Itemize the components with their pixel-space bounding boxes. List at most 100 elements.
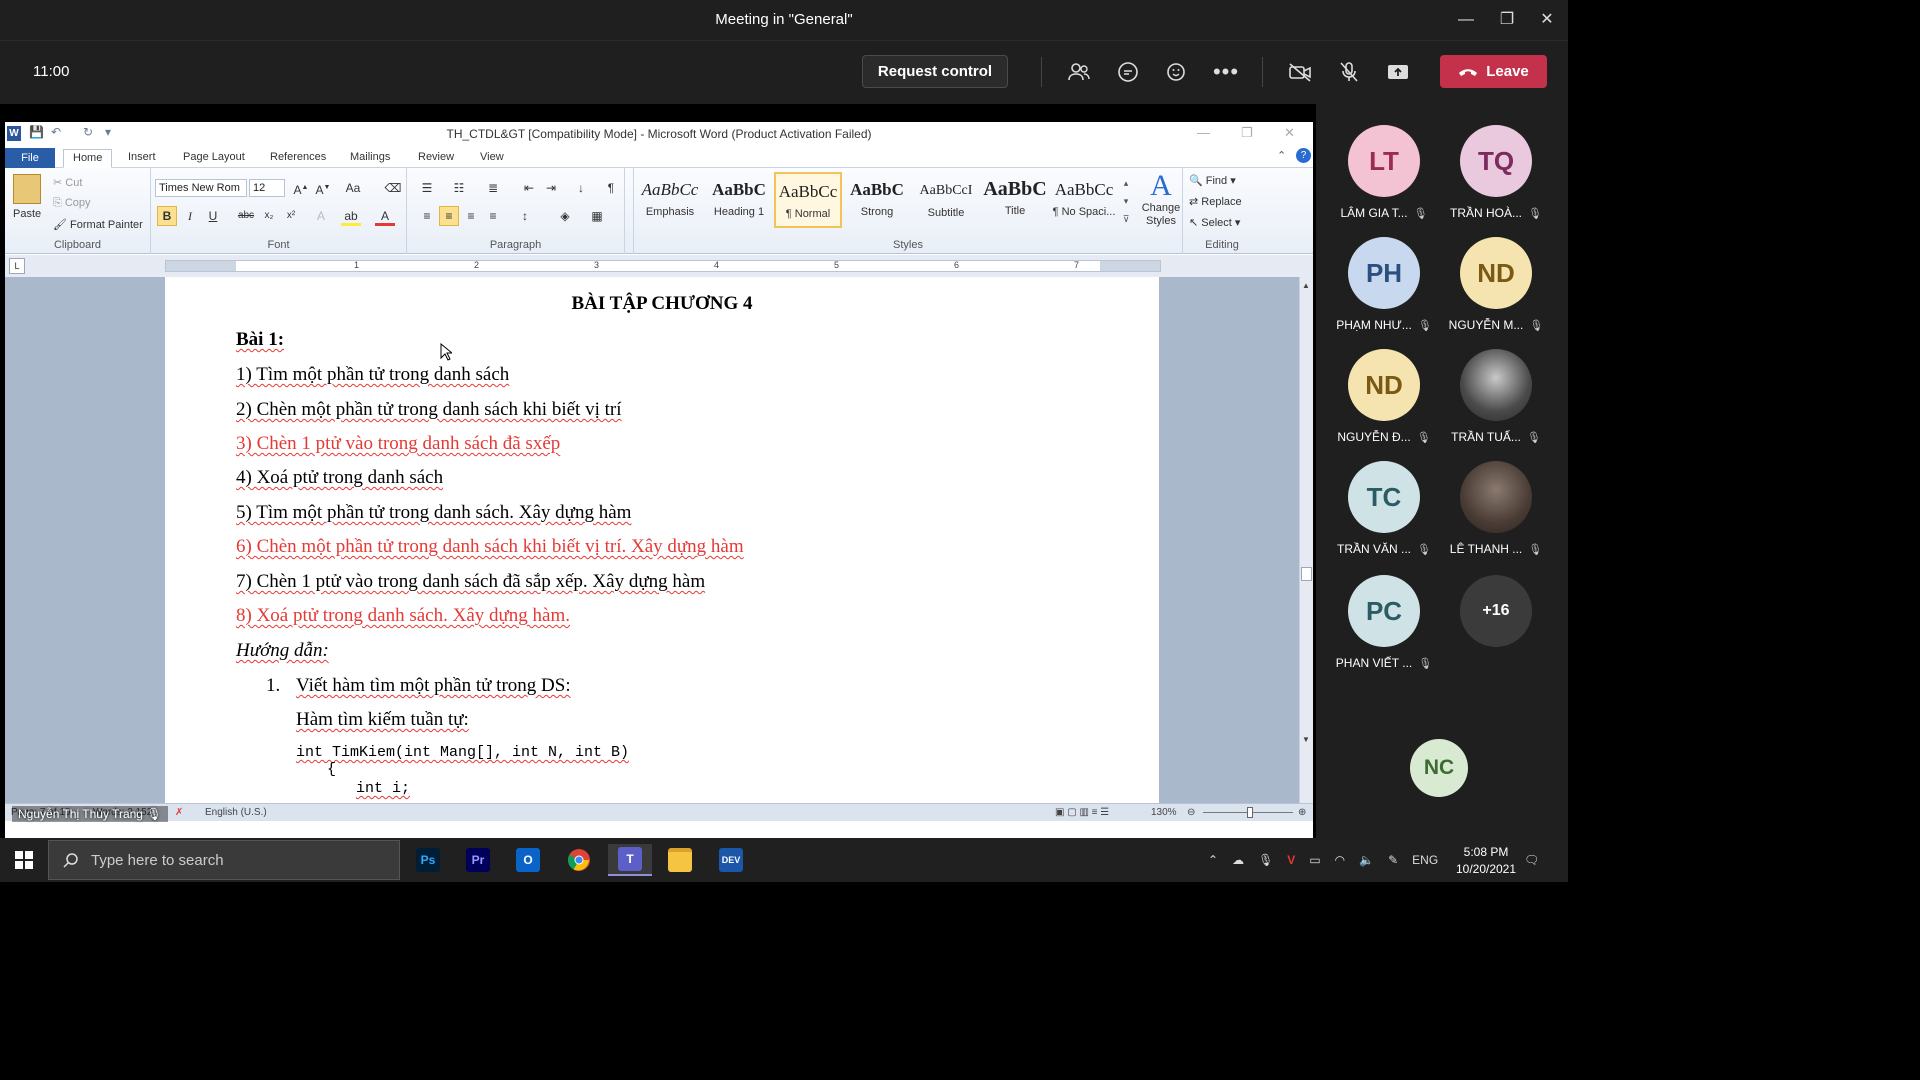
- wifi-icon[interactable]: ◠: [1335, 853, 1345, 867]
- shrink-font-icon[interactable]: A▼: [313, 178, 333, 198]
- cut-button[interactable]: ✂ Cut: [53, 176, 82, 189]
- vietnamese-ime-icon[interactable]: V: [1287, 853, 1295, 867]
- copy-button[interactable]: ⎘ Copy: [53, 197, 91, 210]
- multilevel-list-icon[interactable]: ≣: [483, 178, 503, 198]
- notifications-icon[interactable]: 🗨: [1524, 838, 1539, 882]
- minimize-ribbon-icon[interactable]: ⌃: [1277, 149, 1286, 162]
- maximize-icon[interactable]: ❐: [1487, 6, 1527, 34]
- tab-file[interactable]: File: [5, 148, 55, 168]
- replace-button[interactable]: ⇄ Replace: [1189, 195, 1242, 208]
- styles-scroll[interactable]: ▴ ▾ ⊽: [1120, 174, 1132, 228]
- word-restore-icon[interactable]: ❐: [1241, 125, 1253, 141]
- battery-icon[interactable]: ▭: [1309, 853, 1320, 867]
- increase-indent-icon[interactable]: ⇥: [541, 178, 561, 198]
- style-title[interactable]: AaBbC Title: [981, 172, 1049, 228]
- participant-tile[interactable]: TRẦN TUẤ... 🎙: [1440, 349, 1552, 444]
- tab-mailings[interactable]: Mailings: [341, 149, 399, 168]
- font-name-dropdown[interactable]: Times New Rom: [155, 179, 247, 197]
- participant-tile[interactable]: LT LÂM GIA T... 🎙: [1328, 125, 1440, 220]
- devcpp-icon[interactable]: DEV: [709, 844, 753, 876]
- tab-view[interactable]: View: [471, 149, 513, 168]
- style-emphasis[interactable]: AaBbCc Emphasis: [636, 172, 704, 228]
- paste-button[interactable]: Paste: [13, 208, 41, 220]
- self-avatar[interactable]: NC: [1410, 739, 1468, 797]
- superscript-button[interactable]: x²: [281, 206, 301, 226]
- participant-tile[interactable]: PC PHAN VIẾT ... 🎙: [1328, 575, 1440, 670]
- format-painter-button[interactable]: 🖌 Format Painter: [53, 218, 143, 231]
- shading-icon[interactable]: ◈: [555, 206, 575, 226]
- decrease-indent-icon[interactable]: ⇤: [519, 178, 539, 198]
- sort-icon[interactable]: ↓: [571, 178, 591, 198]
- participant-tile[interactable]: ND NGUYỄN M... 🎙: [1440, 237, 1552, 332]
- select-button[interactable]: ↖ Select ▾: [1189, 216, 1240, 229]
- vertical-scrollbar[interactable]: ▲ ▼: [1299, 277, 1313, 803]
- teams-icon[interactable]: T: [608, 844, 652, 876]
- photoshop-icon[interactable]: Ps: [406, 844, 450, 876]
- line-spacing-icon[interactable]: ↕: [515, 206, 535, 226]
- zoom-slider-thumb[interactable]: [1247, 807, 1253, 818]
- underline-button[interactable]: U: [203, 206, 223, 226]
- strikethrough-button[interactable]: abc: [236, 206, 256, 226]
- share-screen-icon[interactable]: [1380, 55, 1416, 89]
- style-no-spacing[interactable]: AaBbCc ¶ No Spaci...: [1050, 172, 1118, 228]
- participant-tile[interactable]: PH PHẠM NHƯ... 🎙: [1328, 237, 1440, 332]
- align-center-icon[interactable]: ≡: [439, 206, 459, 226]
- scroll-up-icon[interactable]: ▲: [1302, 281, 1310, 290]
- zoom-level[interactable]: 130%: [1151, 807, 1177, 818]
- highlight-icon[interactable]: ab: [341, 206, 361, 226]
- participant-tile[interactable]: LÊ THANH ... 🎙: [1440, 461, 1552, 556]
- align-left-icon[interactable]: ≡: [417, 206, 437, 226]
- justify-icon[interactable]: ≡: [483, 206, 503, 226]
- file-explorer-icon[interactable]: [658, 844, 702, 876]
- document-page[interactable]: BÀI TẬP CHƯƠNG 4 Bài 1: 1) Tìm một phần …: [165, 277, 1159, 803]
- tab-home[interactable]: Home: [63, 149, 113, 168]
- change-case-icon[interactable]: Aa: [343, 178, 363, 198]
- more-participants-tile[interactable]: +16: [1440, 575, 1552, 647]
- italic-button[interactable]: I: [180, 206, 200, 226]
- language[interactable]: English (U.S.): [205, 807, 267, 818]
- chat-icon[interactable]: [1110, 55, 1146, 89]
- mic-off-icon[interactable]: [1331, 55, 1367, 89]
- grow-font-icon[interactable]: A▲: [291, 178, 311, 198]
- participant-tile[interactable]: ND NGUYỄN Đ... 🎙: [1328, 349, 1440, 444]
- style-heading-1[interactable]: AaBbC Heading 1: [705, 172, 773, 228]
- font-color-icon[interactable]: A: [375, 206, 395, 226]
- tab-selector[interactable]: L: [9, 258, 25, 274]
- minimize-icon[interactable]: —: [1446, 6, 1486, 34]
- paste-icon[interactable]: [13, 174, 41, 204]
- zoom-out-icon[interactable]: ⊖: [1187, 807, 1195, 818]
- pen-icon[interactable]: ✎: [1388, 853, 1398, 867]
- bold-button[interactable]: B: [157, 206, 177, 226]
- start-button[interactable]: [0, 838, 48, 882]
- numbering-icon[interactable]: ☷: [449, 178, 469, 198]
- proofing-icon[interactable]: ✗: [175, 807, 183, 818]
- microphone-icon[interactable]: 🎙: [1258, 853, 1273, 867]
- taskbar-search[interactable]: Type here to search: [48, 840, 400, 880]
- view-buttons[interactable]: ▣ ▢ ▥ ≡ ☰: [1055, 807, 1109, 818]
- subscript-button[interactable]: x₂: [259, 206, 279, 226]
- close-icon[interactable]: ✕: [1527, 6, 1567, 34]
- ruler-area[interactable]: 1 2 3 4 5 6 7: [165, 260, 1161, 272]
- help-icon[interactable]: ?: [1296, 148, 1311, 163]
- style-subtitle[interactable]: AaBbCcI Subtitle: [912, 172, 980, 228]
- align-right-icon[interactable]: ≡: [461, 206, 481, 226]
- tab-page-layout[interactable]: Page Layout: [174, 149, 254, 168]
- leave-button[interactable]: Leave: [1440, 55, 1547, 88]
- clear-formatting-icon[interactable]: ⌫: [383, 178, 403, 198]
- volume-icon[interactable]: 🔈: [1359, 853, 1374, 867]
- chrome-icon[interactable]: [557, 844, 601, 876]
- onedrive-icon[interactable]: ☁: [1232, 853, 1244, 867]
- taskbar-clock[interactable]: 5:08 PM 10/20/2021: [1446, 844, 1526, 878]
- style-strong[interactable]: AaBbC Strong: [843, 172, 911, 228]
- premiere-icon[interactable]: Pr: [456, 844, 500, 876]
- scroll-thumb[interactable]: [1301, 567, 1312, 581]
- request-control-button[interactable]: Request control: [862, 55, 1008, 88]
- outlook-icon[interactable]: O: [506, 844, 550, 876]
- style-normal[interactable]: AaBbCc ¶ Normal: [774, 172, 842, 228]
- word-close-icon[interactable]: ✕: [1284, 125, 1295, 141]
- tab-references[interactable]: References: [261, 149, 335, 168]
- font-size-dropdown[interactable]: 12: [249, 179, 285, 197]
- participants-icon[interactable]: [1061, 55, 1097, 89]
- participant-tile[interactable]: TC TRẦN VĂN ... 🎙: [1328, 461, 1440, 556]
- zoom-in-icon[interactable]: ⊕: [1298, 807, 1306, 818]
